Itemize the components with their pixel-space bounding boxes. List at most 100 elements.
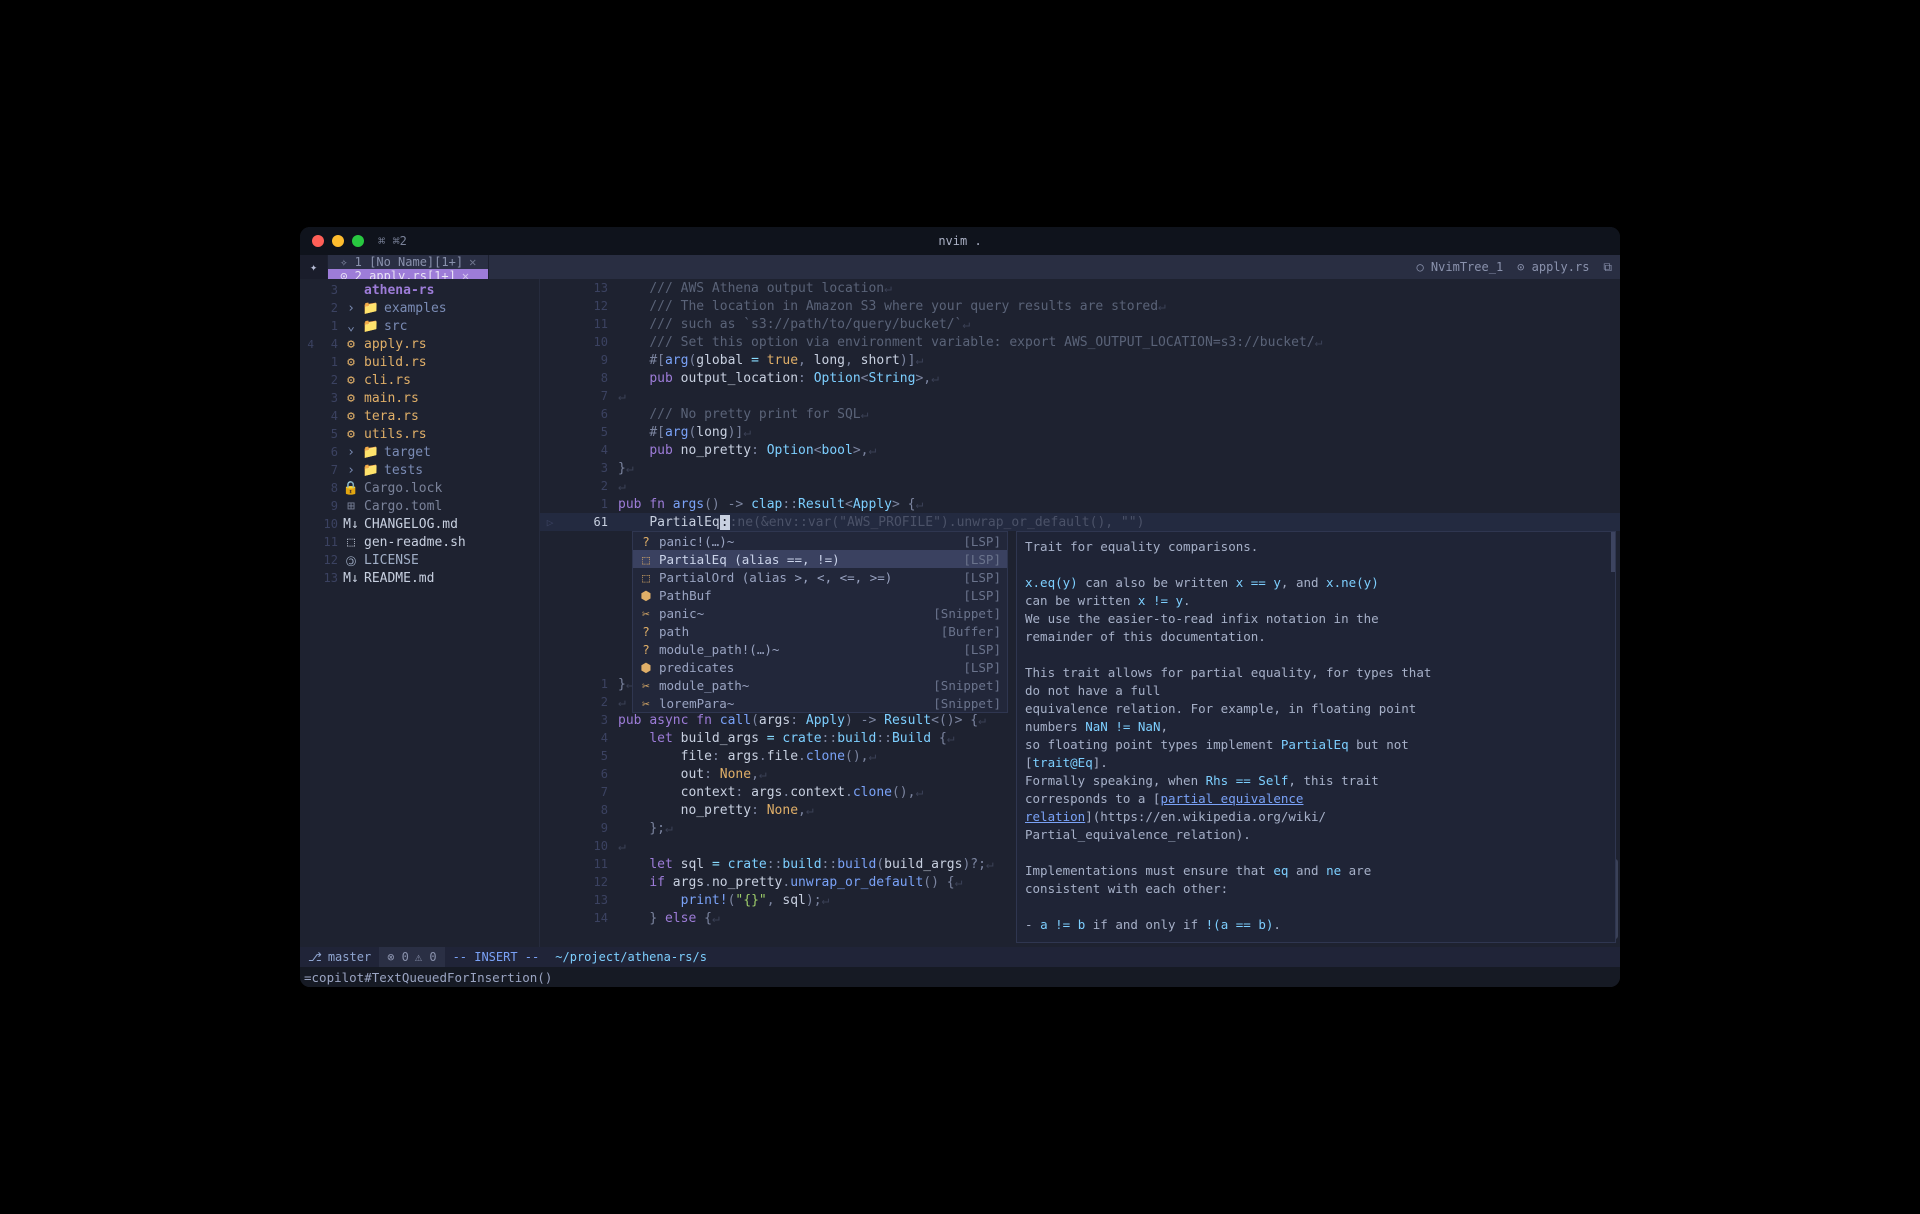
maximize-icon[interactable] [352,235,364,247]
completion-source: [LSP] [963,534,1001,549]
code-line[interactable]: 13 /// AWS Athena output location↵ [540,279,1620,297]
doc-line: We use the easier-to-read infix notation… [1025,610,1607,628]
completion-item[interactable]: ?path[Buffer] [633,622,1007,640]
tree-folder[interactable]: 6 ›📁target [300,443,539,461]
completion-label: panic!(…)~ [659,534,734,549]
tab-label: ✧ 1 [No Name][1+] [340,255,463,269]
tree-file[interactable]: 2 ⚙cli.rs [300,371,539,389]
editor[interactable]: 13 /// AWS Athena output location↵12 ///… [540,279,1620,947]
doc-line: [trait@Eq]. [1025,754,1607,772]
code-line[interactable]: 11 /// such as `s3://path/to/query/bucke… [540,315,1620,333]
tree-file[interactable]: 44 ⚙apply.rs [300,335,539,353]
minimize-icon[interactable] [332,235,344,247]
completion-item[interactable]: ⬢predicates[LSP] [633,658,1007,676]
tree-folder[interactable]: 1 ⌄📁src [300,317,539,335]
doc-line: Formally speaking, when Rhs == Self, thi… [1025,772,1607,790]
file-icon: 🔒 [344,481,358,496]
chevron-icon: › [344,301,358,316]
completion-source: [LSP] [963,588,1001,603]
close-icon[interactable]: ✕ [469,255,476,269]
completion-item[interactable]: ⬚PartialEq (alias ==, !=)[LSP] [633,550,1007,568]
completion-label: loremPara~ [659,696,734,711]
code-line[interactable]: 6 /// No pretty print for SQL↵ [540,405,1620,423]
file-icon: ⚙ [344,337,358,352]
code-line[interactable]: 8 pub output_location: Option<String>,↵ [540,369,1620,387]
tree-file[interactable]: 4 ⚙tera.rs [300,407,539,425]
close-icon[interactable] [312,235,324,247]
tree-file[interactable]: 9 ⊞Cargo.toml [300,497,539,515]
file-icon: 🄯 [344,551,358,570]
completion-item[interactable]: ?panic!(…)~[LSP] [633,532,1007,550]
traffic-lights [312,235,364,247]
completion-item[interactable]: ⬢PathBuf[LSP] [633,586,1007,604]
tree-item-label: target [384,445,431,460]
code-line[interactable]: 12 /// The location in Amazon S3 where y… [540,297,1620,315]
kind-icon: ✂ [639,606,653,621]
completion-popup[interactable]: ?panic!(…)~[LSP]⬚PartialEq (alias ==, !=… [632,531,1008,713]
kind-icon: ⬚ [639,552,653,567]
completion-item[interactable]: ✂module_path~[Snippet] [633,676,1007,694]
doc-scrollbar[interactable] [1611,532,1615,572]
code-line[interactable]: 7↵ [540,387,1620,405]
tree-file[interactable]: 13 M↓README.md [300,569,539,587]
tree-file[interactable]: 12 🄯LICENSE [300,551,539,569]
mode-indicator: -- INSERT -- [445,947,548,967]
doc-line: - a != b if and only if !(a == b). [1025,916,1607,934]
completion-source: [Buffer] [941,624,1001,639]
file-tree[interactable]: 3athena-rs2 ›📁examples1 ⌄📁src44 ⚙apply.r… [300,279,540,947]
tree-item-label: README.md [364,571,434,586]
tree-file[interactable]: 8 🔒Cargo.lock [300,479,539,497]
completion-label: path [659,624,689,639]
kind-icon: ? [639,642,653,657]
tree-file[interactable]: 11 ⬚gen-readme.sh [300,533,539,551]
doc-line: can be written x != y. [1025,592,1607,610]
file-icon: M↓ [344,571,358,586]
code-line[interactable]: 1pub fn args() -> clap::Result<Apply> {↵ [540,495,1620,513]
completion-source: [Snippet] [933,606,1001,621]
tree-file[interactable]: 3 ⚙main.rs [300,389,539,407]
code-line[interactable]: 4 pub no_pretty: Option<bool>,↵ [540,441,1620,459]
completion-item[interactable]: ?module_path!(…)~[LSP] [633,640,1007,658]
tree-file[interactable]: 10 M↓CHANGELOG.md [300,515,539,533]
tree-item-label: tera.rs [364,409,419,424]
doc-line: relation](https://en.wikipedia.org/wiki/ [1025,808,1607,826]
tree-item-label: main.rs [364,391,419,406]
doc-line: numbers NaN != NaN, [1025,718,1607,736]
doc-float[interactable]: Trait for equality comparisons. x.eq(y) … [1016,531,1616,943]
tree-item-label: CHANGELOG.md [364,517,458,532]
buffer-indicator[interactable]: ⊙ apply.rs [1517,260,1589,274]
code-line[interactable]: 3}↵ [540,459,1620,477]
terminal-window: ⌘ ⌘2 nvim . ✦ ✧ 1 [No Name][1+]✕⊙ 2 appl… [300,227,1620,987]
code-line[interactable]: 10 /// Set this option via environment v… [540,333,1620,351]
tab-inactive[interactable]: ✧ 1 [No Name][1+] ✕ [328,255,489,269]
kind-icon: ⬢ [639,660,653,675]
code-line[interactable]: 5 #[arg(long)]↵ [540,423,1620,441]
completion-item[interactable]: ✂panic~[Snippet] [633,604,1007,622]
completion-item[interactable]: ⬚PartialOrd (alias >, <, <=, >=)[LSP] [633,568,1007,586]
tree-item-label: cli.rs [364,373,411,388]
completion-item[interactable]: ✂loremPara~[Snippet] [633,694,1007,712]
tree-file[interactable]: 3athena-rs [300,281,539,299]
kind-icon: ✂ [639,678,653,693]
tree-file[interactable]: 1 ⚙build.rs [300,353,539,371]
doc-line: Implementations must ensure that eq and … [1025,862,1607,880]
tree-file[interactable]: 5 ⚙utils.rs [300,425,539,443]
file-icon: ⚙ [344,391,358,406]
tree-item-label: build.rs [364,355,427,370]
tree-item-label: Cargo.toml [364,499,442,514]
doc-line [1025,844,1607,862]
tree-item-label: gen-readme.sh [364,535,466,550]
buffer-indicator[interactable]: ○ NvimTree_1 [1416,260,1503,274]
window-title: nvim . [938,234,981,248]
file-icon: ⚙ [344,409,358,424]
tree-folder[interactable]: 2 ›📁examples [300,299,539,317]
code-line[interactable]: 2↵ [540,477,1620,495]
completion-label: PartialOrd (alias >, <, <=, >=) [659,570,892,585]
diagnostics: ⊗ 0 ⚠ 0 [379,947,444,967]
logo-tab: ✦ [300,255,328,279]
tree-folder[interactable]: 7 ›📁tests [300,461,539,479]
code-line[interactable]: 9 #[arg(global = true, long, short)]↵ [540,351,1620,369]
code-line[interactable]: ▷61 PartialEq::ne(&env::var("AWS_PROFILE… [540,513,1620,531]
chevron-icon: › [344,445,358,460]
chevron-icon: ⌄ [344,319,358,334]
